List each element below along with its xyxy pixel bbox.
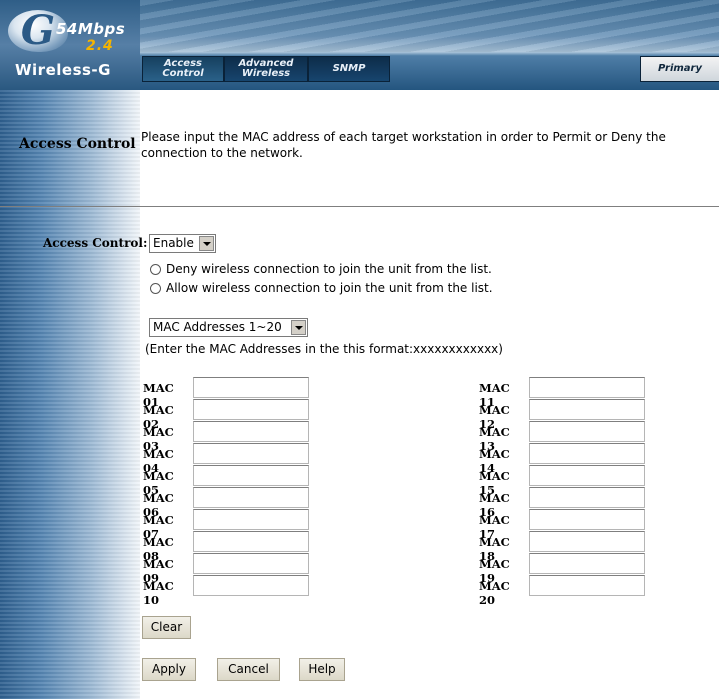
radio-deny[interactable] bbox=[150, 263, 161, 275]
mac-field-04[interactable] bbox=[193, 443, 309, 464]
logo-product-name: Wireless-G bbox=[15, 61, 111, 79]
access-control-label: Access Control: bbox=[43, 236, 148, 250]
apply-button[interactable]: Apply bbox=[142, 658, 196, 681]
mac-field-01[interactable] bbox=[193, 377, 309, 398]
mac-field-17[interactable] bbox=[529, 509, 645, 530]
cancel-button[interactable]: Cancel bbox=[217, 658, 280, 681]
tab-label: Primary bbox=[658, 63, 702, 74]
mac-field-05[interactable] bbox=[193, 465, 309, 486]
radio-allow-label: Allow wireless connection to join the un… bbox=[166, 281, 493, 295]
mac-label: MAC 10 bbox=[143, 579, 174, 607]
select-value: Enable bbox=[153, 236, 194, 250]
tab-label: SNMP bbox=[332, 63, 366, 74]
mac-field-15[interactable] bbox=[529, 465, 645, 486]
clear-button[interactable]: Clear bbox=[142, 616, 191, 639]
mac-field-16[interactable] bbox=[529, 487, 645, 508]
header-banner: G 54Mbps 2.4 Wireless-G Access Control Ad… bbox=[0, 0, 719, 90]
radio-allow-row[interactable]: Allow wireless connection to join the un… bbox=[150, 281, 493, 295]
select-value: MAC Addresses 1~20 bbox=[153, 320, 282, 334]
mac-field-19[interactable] bbox=[529, 553, 645, 574]
tab-label-line2: Wireless bbox=[241, 68, 291, 79]
mac-field-08[interactable] bbox=[193, 531, 309, 552]
radio-deny-row[interactable]: Deny wireless connection to join the uni… bbox=[150, 262, 492, 276]
mac-field-12[interactable] bbox=[529, 399, 645, 420]
mac-label: MAC 20 bbox=[479, 579, 510, 607]
mac-range-select[interactable]: MAC Addresses 1~20 bbox=[149, 318, 308, 337]
tab-label-line2: Control bbox=[162, 68, 204, 79]
mac-field-11[interactable] bbox=[529, 377, 645, 398]
chevron-down-icon[interactable] bbox=[199, 236, 214, 251]
mac-field-10[interactable] bbox=[193, 575, 309, 596]
divider bbox=[0, 206, 719, 207]
chevron-down-icon[interactable] bbox=[291, 320, 306, 335]
tab-snmp[interactable]: SNMP bbox=[308, 56, 390, 82]
radio-deny-label: Deny wireless connection to join the uni… bbox=[166, 262, 492, 276]
access-control-select[interactable]: Enable bbox=[149, 234, 216, 253]
logo-band-text: 2.4 bbox=[86, 38, 114, 54]
help-button[interactable]: Help bbox=[299, 658, 345, 681]
logo-speed-text: 54Mbps bbox=[56, 20, 126, 38]
section-title: Access Control bbox=[19, 136, 136, 152]
mac-field-20[interactable] bbox=[529, 575, 645, 596]
mac-field-07[interactable] bbox=[193, 509, 309, 530]
tab-access-control[interactable]: Access Control bbox=[142, 56, 224, 82]
mac-field-13[interactable] bbox=[529, 421, 645, 442]
radio-allow[interactable] bbox=[150, 282, 161, 294]
mac-field-14[interactable] bbox=[529, 443, 645, 464]
tab-primary[interactable]: Primary bbox=[640, 56, 719, 82]
header-decoration bbox=[140, 0, 719, 52]
section-description: Please input the MAC address of each tar… bbox=[141, 130, 666, 160]
mac-field-02[interactable] bbox=[193, 399, 309, 420]
tab-advanced-wireless[interactable]: Advanced Wireless bbox=[224, 56, 308, 82]
format-note: (Enter the MAC Addresses in the this for… bbox=[145, 342, 503, 356]
left-sidebar-decoration bbox=[0, 90, 140, 699]
mac-field-06[interactable] bbox=[193, 487, 309, 508]
mac-field-18[interactable] bbox=[529, 531, 645, 552]
brand-logo: G 54Mbps 2.4 Wireless-G bbox=[0, 0, 140, 90]
mac-field-09[interactable] bbox=[193, 553, 309, 574]
mac-field-03[interactable] bbox=[193, 421, 309, 442]
